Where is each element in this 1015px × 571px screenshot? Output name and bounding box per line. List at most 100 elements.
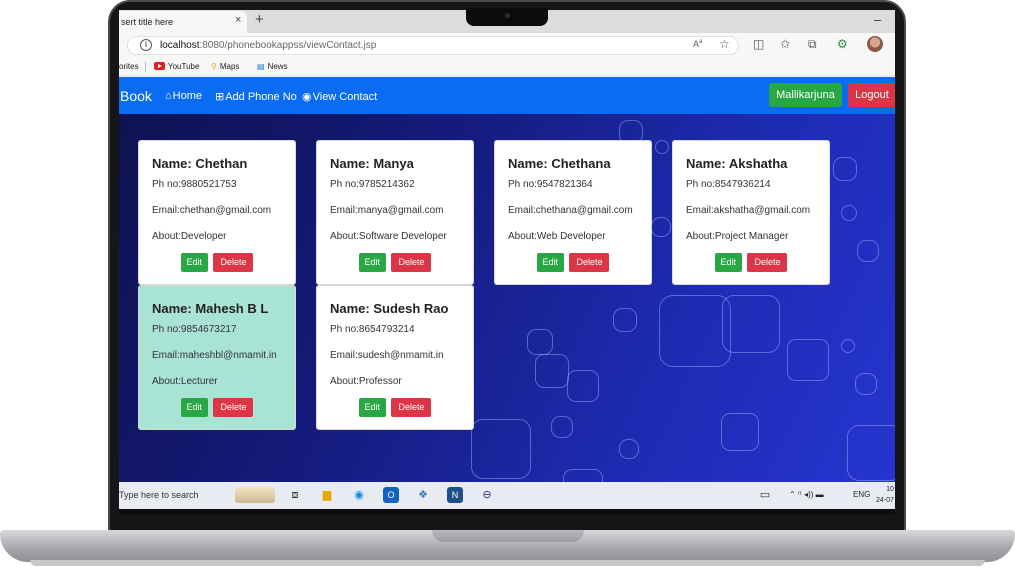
news-bookmark[interactable]: ▤ News — [257, 62, 288, 71]
contact-card: Name: Manya Ph no:9785214362 Email:manya… — [316, 140, 474, 285]
bg-square — [567, 370, 599, 402]
screen: sert title here × + – i localhost:8080/p… — [119, 10, 895, 514]
eye-icon: ◉ — [302, 91, 312, 103]
edge-icon[interactable]: ◉ — [351, 487, 367, 503]
contact-about: About:Professor — [330, 376, 402, 387]
contact-card: Name: Akshatha Ph no:8547936214 Email:ak… — [672, 140, 830, 285]
eclipse-icon[interactable]: ⊖ — [479, 487, 495, 503]
ide-icon[interactable]: N — [447, 487, 463, 503]
read-aloud-icon[interactable]: Aa — [693, 39, 702, 49]
screen-bezel-bottom — [119, 509, 895, 514]
edit-button[interactable]: Edit — [180, 253, 209, 272]
bg-square — [551, 416, 573, 438]
card-actions: Edit Delete — [673, 252, 829, 272]
bg-square — [535, 354, 569, 388]
brand-link[interactable]: Book — [120, 88, 152, 104]
contact-phone: Ph no:9880521753 — [152, 179, 237, 190]
edit-button[interactable]: Edit — [358, 398, 387, 417]
youtube-icon — [154, 62, 165, 70]
edit-button[interactable]: Edit — [358, 253, 387, 272]
clock[interactable]: 10 24-07 — [876, 484, 894, 506]
user-button[interactable]: Mallikarjuna — [769, 83, 842, 107]
keyboard-icon[interactable]: ▭ — [757, 487, 773, 503]
bg-square — [527, 329, 553, 355]
edit-button[interactable]: Edit — [180, 398, 209, 417]
bg-square — [841, 205, 857, 221]
new-tab-icon[interactable]: + — [255, 11, 264, 28]
card-actions: Edit Delete — [317, 397, 473, 417]
laptop-groove — [432, 530, 584, 542]
minimize-icon[interactable]: – — [874, 12, 881, 27]
navbar: Book ⌂Home ⊞Add Phone No ◉View Contact M… — [119, 77, 895, 114]
extension-icon[interactable]: ⚙ — [837, 37, 848, 51]
bg-square — [787, 339, 829, 381]
favorites-icon[interactable]: ✩ — [780, 37, 790, 51]
nav-home[interactable]: ⌂Home — [165, 90, 202, 102]
split-screen-icon[interactable]: ◫ — [753, 37, 764, 51]
favorites-label[interactable]: orites — [119, 62, 139, 71]
info-icon[interactable]: i — [140, 39, 152, 51]
profile-avatar[interactable] — [867, 36, 883, 52]
laptop-shadow — [30, 560, 985, 566]
home-icon: ⌂ — [165, 90, 172, 102]
contact-about: About:Lecturer — [152, 376, 218, 387]
delete-button[interactable]: Delete — [391, 398, 432, 417]
contact-about: About:Project Manager — [686, 231, 789, 242]
tab-close-icon[interactable]: × — [235, 14, 241, 26]
youtube-bookmark[interactable]: YouTube — [154, 62, 199, 71]
file-explorer-icon[interactable]: ▆ — [319, 487, 335, 503]
maps-label: Maps — [219, 62, 240, 71]
taskbar-search[interactable]: Type here to search — [119, 490, 199, 500]
language-indicator[interactable]: ENG — [853, 490, 870, 499]
delete-button[interactable]: Delete — [213, 253, 254, 272]
browser-tab[interactable]: sert title here × — [119, 11, 247, 33]
webcam — [505, 13, 510, 18]
tab-title: sert title here — [121, 17, 174, 27]
laptop-mockup: sert title here × + – i localhost:8080/p… — [0, 0, 1015, 571]
delete-button[interactable]: Delete — [213, 398, 254, 417]
edit-button[interactable]: Edit — [714, 253, 743, 272]
url-field[interactable]: i localhost:8080/phonebookappss/viewCont… — [127, 36, 739, 55]
delete-button[interactable]: Delete — [391, 253, 432, 272]
collections-icon[interactable]: ⧉ — [808, 37, 817, 52]
page-body: Book ⌂Home ⊞Add Phone No ◉View Contact M… — [119, 77, 895, 482]
clock-date: 24-07 — [876, 497, 894, 504]
logout-button[interactable]: Logout — [848, 83, 895, 107]
contact-name: Name: Akshatha — [686, 156, 788, 171]
delete-button[interactable]: Delete — [747, 253, 788, 272]
search-highlight-icon — [235, 487, 275, 503]
maps-bookmark[interactable]: ⚲ Maps — [211, 62, 239, 71]
card-actions: Edit Delete — [495, 252, 651, 272]
nav-add-phone[interactable]: ⊞Add Phone No — [215, 90, 297, 103]
favorites-divider — [145, 62, 146, 72]
contact-phone: Ph no:9785214362 — [330, 179, 415, 190]
bg-square — [651, 217, 671, 237]
address-bar: i localhost:8080/phonebookappss/viewCont… — [119, 33, 895, 58]
contact-name: Name: Sudesh Rao — [330, 301, 449, 316]
favorites-bar: orites YouTube ⚲ Maps ▤ News — [119, 58, 895, 76]
task-view-icon[interactable]: ⧈ — [287, 487, 303, 503]
bg-square — [722, 295, 780, 353]
edit-button[interactable]: Edit — [536, 253, 565, 272]
clock-time: 10 — [886, 486, 894, 493]
nav-add-label: Add Phone No — [225, 91, 297, 103]
contact-email: Email:akshatha@gmail.com — [686, 205, 811, 216]
favorite-star-icon[interactable]: ☆ — [719, 37, 730, 51]
nav-view-contact[interactable]: ◉View Contact — [302, 90, 377, 103]
system-tray-icons[interactable]: ⌃ ⁽⁽ ◂)) ▬ — [789, 490, 824, 499]
contact-phone: Ph no:9854673217 — [152, 324, 237, 335]
contact-name: Name: Mahesh B L — [152, 301, 269, 316]
news-icon: ▤ — [257, 62, 265, 71]
bg-square — [833, 157, 857, 181]
app-icon[interactable]: ❖ — [415, 487, 431, 503]
delete-button[interactable]: Delete — [569, 253, 610, 272]
outlook-icon[interactable]: O — [383, 487, 399, 503]
contact-phone: Ph no:9547821364 — [508, 179, 593, 190]
plus-square-icon: ⊞ — [215, 91, 225, 103]
bg-square — [655, 140, 669, 154]
contact-email: Email:maheshbl@nmamit.in — [152, 350, 277, 361]
contact-phone: Ph no:8547936214 — [686, 179, 771, 190]
contact-card: Name: Chethan Ph no:9880521753 Email:che… — [138, 140, 296, 285]
card-actions: Edit Delete — [139, 397, 295, 417]
contact-email: Email:sudesh@nmamit.in — [330, 350, 444, 361]
